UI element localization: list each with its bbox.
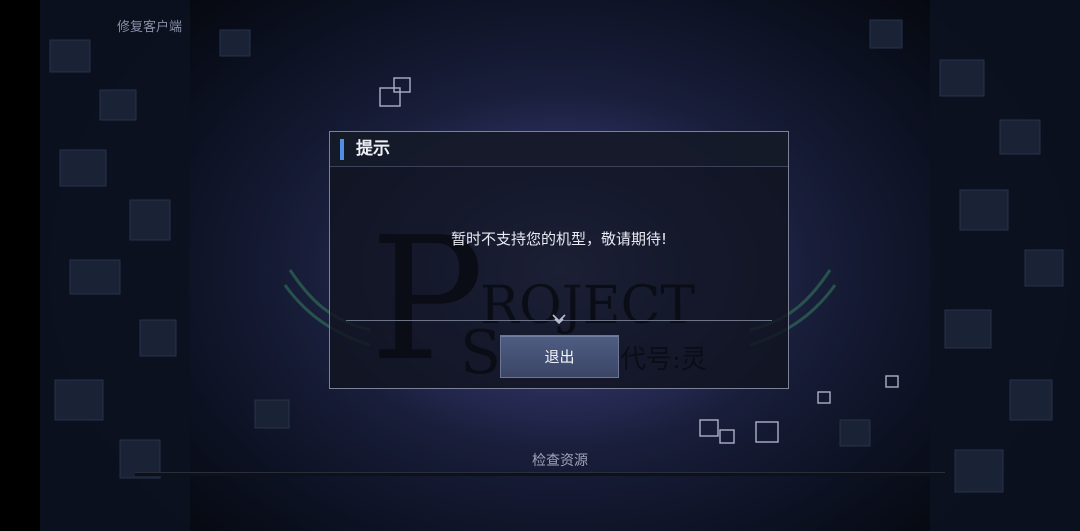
resource-progress-bar — [135, 472, 945, 476]
exit-button[interactable]: 退出 — [500, 335, 619, 378]
logo-sub-letter: S — [460, 318, 501, 388]
dialog-title-accent — [340, 139, 344, 160]
alert-dialog: 提示 P ROJECT S 代号:灵 暂时不支持您的机型，敬请期待! 退出 — [329, 131, 789, 389]
dialog-title: 提示 — [356, 139, 390, 159]
game-screen: 修复客户端 提示 P ROJECT S 代号:灵 暂时不支持您的机型，敬请期待!… — [0, 0, 1080, 531]
chevron-down-icon — [552, 314, 566, 325]
dialog-message: 暂时不支持您的机型，敬请期待! — [450, 230, 667, 248]
repair-client-link[interactable]: 修复客户端 — [117, 16, 182, 35]
check-resources-status: 检查资源 — [532, 453, 588, 469]
dialog-header: 提示 — [330, 132, 788, 167]
logo-sub-text: 代号:灵 — [620, 345, 707, 375]
logo-word: ROJECT — [480, 276, 695, 336]
